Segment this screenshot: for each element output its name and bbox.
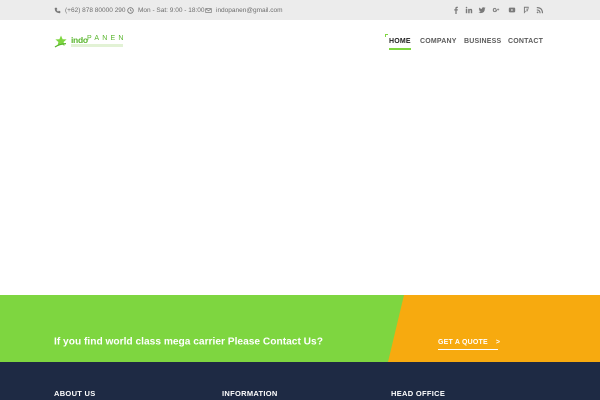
footer-heading-head-office: HEAD OFFICE: [391, 389, 446, 398]
facebook-icon[interactable]: [451, 5, 461, 15]
business-hours: Mon - Sat: 9:00 - 18:00: [138, 6, 205, 14]
quote-button-underline: [438, 349, 498, 350]
cta-quote-panel: [388, 295, 600, 362]
main-content: [0, 64, 600, 295]
nav-business[interactable]: BUSINESS: [464, 38, 501, 45]
envelope-icon: [205, 7, 212, 13]
twitter-icon[interactable]: [477, 5, 487, 15]
footer-heading-information: INFORMATION: [222, 389, 278, 398]
logo-text-secondary: PANEN: [87, 35, 127, 42]
linkedin-icon[interactable]: [464, 5, 474, 15]
clock-icon: [127, 6, 134, 14]
site-logo[interactable]: indo PANEN: [54, 33, 128, 51]
hours-info: Mon - Sat: 9:00 - 18:00: [127, 0, 204, 20]
rss-icon[interactable]: [535, 5, 545, 15]
youtube-icon[interactable]: [507, 5, 517, 15]
email-address[interactable]: indopanen@gmail.com: [216, 7, 283, 14]
nav-contact[interactable]: CONTACT: [508, 38, 543, 45]
logo-tagline-bar: [71, 44, 123, 47]
cta-message: If you find world class mega carrier Ple…: [54, 336, 323, 348]
top-bar: (+62) 878 80000 290 Mon - Sat: 9:00 - 18…: [0, 0, 600, 20]
phone-number: (+62) 878 80000 290: [65, 6, 126, 14]
nav-company[interactable]: COMPANY: [420, 38, 457, 45]
phone-icon: [54, 7, 61, 13]
nav-active-corner: [385, 34, 388, 37]
footer-heading-about: ABOUT US: [54, 389, 96, 398]
nav-home[interactable]: HOME: [389, 38, 411, 45]
nav-active-underline: [389, 48, 411, 50]
cta-band: [0, 295, 600, 362]
phone-info: (+62) 878 80000 290: [54, 0, 126, 20]
google-plus-icon[interactable]: [491, 5, 501, 15]
foursquare-icon[interactable]: [521, 5, 531, 15]
chevron-right-icon: >: [495, 338, 501, 346]
get-a-quote-button[interactable]: GET A QUOTE >: [438, 336, 500, 348]
get-a-quote-label: GET A QUOTE: [438, 338, 488, 346]
leaf-star-icon: [54, 35, 67, 48]
email-info[interactable]: indopanen@gmail.com: [205, 0, 283, 20]
